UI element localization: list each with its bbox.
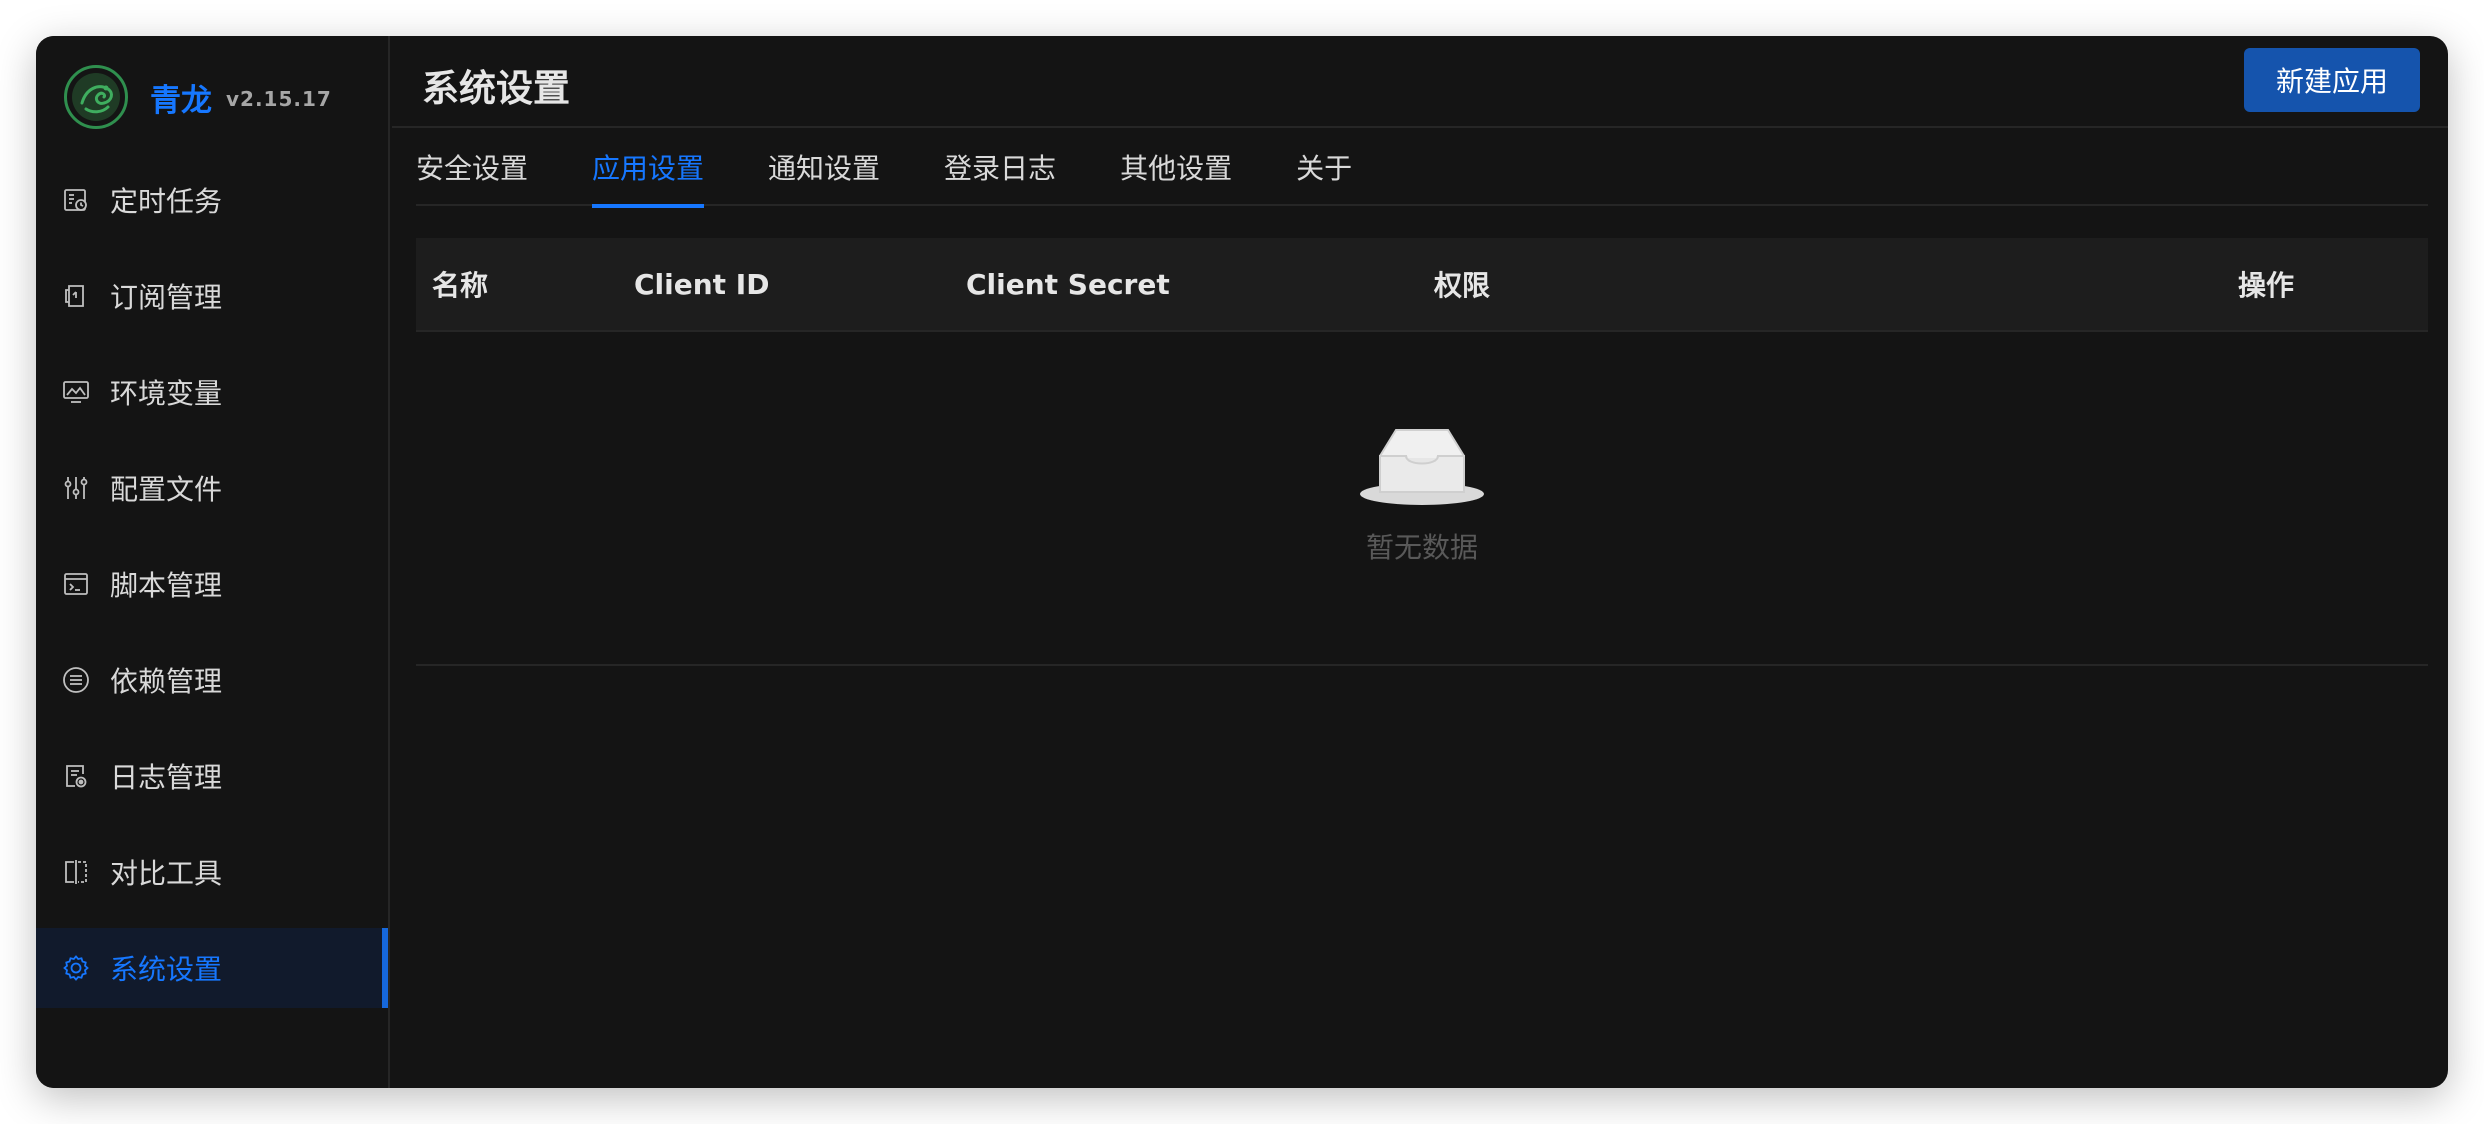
- sidebar-item-label: 环境变量: [110, 377, 223, 410]
- new-app-button[interactable]: 新建应用: [2244, 48, 2420, 112]
- log-file-icon: [62, 762, 90, 790]
- sidebar-item-label: 对比工具: [110, 857, 223, 890]
- sidebar-item-subscriptions[interactable]: 订阅管理: [36, 256, 388, 336]
- sidebar-item-label: 配置文件: [110, 473, 223, 506]
- column-header-name: 名称: [432, 269, 489, 302]
- sidebar-item-config-files[interactable]: 配置文件: [36, 448, 388, 528]
- settings-tabs: 安全设置 应用设置 通知设置 登录日志 其他设置 关于: [416, 128, 2428, 208]
- qinglong-logo-icon: [64, 65, 128, 129]
- brand[interactable]: 青龙 v2.15.17: [64, 64, 332, 130]
- sidebar-item-label: 依赖管理: [110, 665, 223, 698]
- table-header: 名称 Client ID Client Secret 权限 操作: [416, 238, 2428, 332]
- column-header-actions: 操作: [2238, 269, 2295, 302]
- tab-security-settings[interactable]: 安全设置: [416, 128, 528, 206]
- apps-table: 名称 Client ID Client Secret 权限 操作 暂无数据: [416, 238, 2428, 666]
- sidebar: 青龙 v2.15.17 定时任务 订阅管理 环境变量 配置文件 脚本管理 依赖管…: [36, 36, 390, 1088]
- sidebar-item-scripts[interactable]: 脚本管理: [36, 544, 388, 624]
- monitor-image-icon: [62, 378, 90, 406]
- sidebar-item-env-variables[interactable]: 环境变量: [36, 352, 388, 432]
- page-title: 系统设置: [422, 67, 570, 110]
- sidebar-item-cron-tasks[interactable]: 定时任务: [36, 160, 388, 240]
- empty-text: 暂无数据: [1365, 531, 1478, 564]
- app-name: 青龙: [150, 82, 212, 119]
- empty-inbox-icon: [1360, 429, 1484, 505]
- sidebar-item-system-settings[interactable]: 系统设置: [36, 928, 388, 1008]
- calendar-clock-icon: [62, 186, 90, 214]
- sidebar-item-label: 日志管理: [110, 761, 223, 794]
- tab-other-settings[interactable]: 其他设置: [1120, 128, 1232, 206]
- sidebar-item-dependencies[interactable]: 依赖管理: [36, 640, 388, 720]
- table-empty-state: 暂无数据: [416, 332, 2428, 666]
- tab-about[interactable]: 关于: [1296, 128, 1352, 206]
- sidebar-item-label: 订阅管理: [110, 281, 223, 314]
- subscription-icon: [62, 282, 90, 310]
- sidebar-item-diff-tool[interactable]: 对比工具: [36, 832, 388, 912]
- app-version: v2.15.17: [226, 87, 332, 111]
- sidebar-item-label: 定时任务: [110, 185, 223, 218]
- tab-login-logs[interactable]: 登录日志: [944, 128, 1056, 206]
- diff-icon: [62, 858, 90, 886]
- column-header-client-id: Client ID: [634, 267, 770, 301]
- tab-app-settings[interactable]: 应用设置: [592, 128, 705, 208]
- list-circle-icon: [62, 666, 90, 694]
- app-window: 青龙 v2.15.17 定时任务 订阅管理 环境变量 配置文件 脚本管理 依赖管…: [36, 36, 2448, 1088]
- sidebar-item-label: 系统设置: [110, 953, 223, 986]
- sliders-icon: [62, 474, 90, 502]
- sidebar-item-logs[interactable]: 日志管理: [36, 736, 388, 816]
- code-window-icon: [62, 570, 90, 598]
- sidebar-item-label: 脚本管理: [110, 569, 223, 602]
- page-header: 系统设置 新建应用: [392, 36, 2448, 128]
- sidebar-menu: 定时任务 订阅管理 环境变量 配置文件 脚本管理 依赖管理 日志管理 对比工具 …: [36, 160, 388, 1024]
- main-content: 系统设置 新建应用 安全设置 应用设置 通知设置 登录日志 其他设置 关于 名称…: [392, 36, 2448, 1088]
- column-header-client-secret: Client Secret: [966, 267, 1170, 301]
- column-header-permissions: 权限: [1434, 269, 1491, 302]
- gear-icon: [62, 954, 90, 982]
- tab-notification-settings[interactable]: 通知设置: [768, 128, 880, 206]
